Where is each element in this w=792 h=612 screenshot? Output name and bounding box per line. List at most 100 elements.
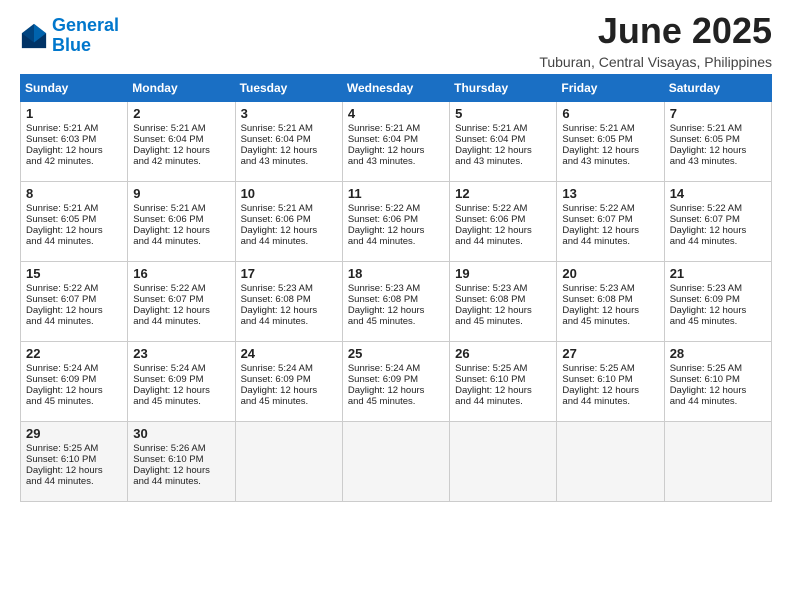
daylight-label: Daylight: 12 hours xyxy=(670,305,747,316)
daylight-minutes: and 44 minutes. xyxy=(562,236,630,247)
table-row: 8 Sunrise: 5:21 AM Sunset: 6:05 PM Dayli… xyxy=(21,182,128,262)
daylight-label: Daylight: 12 hours xyxy=(26,385,103,396)
day-number: 22 xyxy=(26,346,122,361)
sunrise-label: Sunrise: 5:21 AM xyxy=(348,123,420,134)
daylight-label: Daylight: 12 hours xyxy=(133,225,210,236)
sunset-label: Sunset: 6:06 PM xyxy=(348,214,418,225)
sunset-label: Sunset: 6:05 PM xyxy=(562,134,632,145)
col-friday: Friday xyxy=(557,75,664,102)
daylight-minutes: and 44 minutes. xyxy=(455,396,523,407)
sunset-label: Sunset: 6:04 PM xyxy=(455,134,525,145)
table-row: 4 Sunrise: 5:21 AM Sunset: 6:04 PM Dayli… xyxy=(342,102,449,182)
day-number: 12 xyxy=(455,186,551,201)
daylight-minutes: and 44 minutes. xyxy=(348,236,416,247)
sunrise-label: Sunrise: 5:23 AM xyxy=(241,283,313,294)
table-row: 10 Sunrise: 5:21 AM Sunset: 6:06 PM Dayl… xyxy=(235,182,342,262)
day-number: 11 xyxy=(348,186,444,201)
location-title: Tuburan, Central Visayas, Philippines xyxy=(539,54,772,70)
sunrise-label: Sunrise: 5:21 AM xyxy=(133,203,205,214)
daylight-label: Daylight: 12 hours xyxy=(133,385,210,396)
table-row: 3 Sunrise: 5:21 AM Sunset: 6:04 PM Dayli… xyxy=(235,102,342,182)
col-thursday: Thursday xyxy=(450,75,557,102)
daylight-label: Daylight: 12 hours xyxy=(455,305,532,316)
sunrise-label: Sunrise: 5:25 AM xyxy=(562,363,634,374)
sunrise-label: Sunrise: 5:21 AM xyxy=(133,123,205,134)
sunset-label: Sunset: 6:08 PM xyxy=(562,294,632,305)
logo-icon xyxy=(20,22,48,50)
sunset-label: Sunset: 6:07 PM xyxy=(133,294,203,305)
col-wednesday: Wednesday xyxy=(342,75,449,102)
day-number: 16 xyxy=(133,266,229,281)
sunset-label: Sunset: 6:06 PM xyxy=(133,214,203,225)
daylight-label: Daylight: 12 hours xyxy=(133,465,210,476)
logo: GeneralBlue xyxy=(20,16,119,56)
daylight-label: Daylight: 12 hours xyxy=(133,145,210,156)
sunrise-label: Sunrise: 5:23 AM xyxy=(670,283,742,294)
sunrise-label: Sunrise: 5:22 AM xyxy=(455,203,527,214)
daylight-label: Daylight: 12 hours xyxy=(26,225,103,236)
daylight-minutes: and 45 minutes. xyxy=(241,396,309,407)
table-row: 11 Sunrise: 5:22 AM Sunset: 6:06 PM Dayl… xyxy=(342,182,449,262)
title-area: June 2025 Tuburan, Central Visayas, Phil… xyxy=(539,10,772,70)
sunset-label: Sunset: 6:08 PM xyxy=(455,294,525,305)
sunset-label: Sunset: 6:07 PM xyxy=(26,294,96,305)
daylight-label: Daylight: 12 hours xyxy=(348,305,425,316)
table-row xyxy=(450,422,557,502)
table-row: 14 Sunrise: 5:22 AM Sunset: 6:07 PM Dayl… xyxy=(664,182,771,262)
sunset-label: Sunset: 6:09 PM xyxy=(670,294,740,305)
daylight-label: Daylight: 12 hours xyxy=(241,225,318,236)
sunset-label: Sunset: 6:06 PM xyxy=(241,214,311,225)
sunrise-label: Sunrise: 5:24 AM xyxy=(133,363,205,374)
day-number: 4 xyxy=(348,106,444,121)
day-number: 26 xyxy=(455,346,551,361)
day-number: 6 xyxy=(562,106,658,121)
sunrise-label: Sunrise: 5:23 AM xyxy=(455,283,527,294)
col-tuesday: Tuesday xyxy=(235,75,342,102)
daylight-label: Daylight: 12 hours xyxy=(26,305,103,316)
table-row: 25 Sunrise: 5:24 AM Sunset: 6:09 PM Dayl… xyxy=(342,342,449,422)
sunset-label: Sunset: 6:04 PM xyxy=(241,134,311,145)
sunset-label: Sunset: 6:04 PM xyxy=(133,134,203,145)
daylight-label: Daylight: 12 hours xyxy=(455,385,532,396)
daylight-minutes: and 44 minutes. xyxy=(241,236,309,247)
daylight-minutes: and 45 minutes. xyxy=(562,316,630,327)
col-monday: Monday xyxy=(128,75,235,102)
table-row: 20 Sunrise: 5:23 AM Sunset: 6:08 PM Dayl… xyxy=(557,262,664,342)
table-row: 21 Sunrise: 5:23 AM Sunset: 6:09 PM Dayl… xyxy=(664,262,771,342)
table-row: 27 Sunrise: 5:25 AM Sunset: 6:10 PM Dayl… xyxy=(557,342,664,422)
daylight-minutes: and 44 minutes. xyxy=(241,316,309,327)
calendar-week-row: 8 Sunrise: 5:21 AM Sunset: 6:05 PM Dayli… xyxy=(21,182,772,262)
daylight-minutes: and 44 minutes. xyxy=(670,236,738,247)
daylight-minutes: and 45 minutes. xyxy=(26,396,94,407)
sunrise-label: Sunrise: 5:21 AM xyxy=(455,123,527,134)
table-row: 29 Sunrise: 5:25 AM Sunset: 6:10 PM Dayl… xyxy=(21,422,128,502)
sunset-label: Sunset: 6:07 PM xyxy=(670,214,740,225)
sunset-label: Sunset: 6:04 PM xyxy=(348,134,418,145)
table-row xyxy=(235,422,342,502)
table-row: 2 Sunrise: 5:21 AM Sunset: 6:04 PM Dayli… xyxy=(128,102,235,182)
sunrise-label: Sunrise: 5:21 AM xyxy=(241,203,313,214)
daylight-minutes: and 42 minutes. xyxy=(26,156,94,167)
header: GeneralBlue June 2025 Tuburan, Central V… xyxy=(20,10,772,70)
day-number: 21 xyxy=(670,266,766,281)
sunrise-label: Sunrise: 5:22 AM xyxy=(562,203,634,214)
sunrise-label: Sunrise: 5:21 AM xyxy=(562,123,634,134)
month-title: June 2025 xyxy=(539,10,772,52)
sunrise-label: Sunrise: 5:23 AM xyxy=(562,283,634,294)
day-number: 13 xyxy=(562,186,658,201)
table-row: 5 Sunrise: 5:21 AM Sunset: 6:04 PM Dayli… xyxy=(450,102,557,182)
sunrise-label: Sunrise: 5:24 AM xyxy=(26,363,98,374)
daylight-label: Daylight: 12 hours xyxy=(241,305,318,316)
day-number: 24 xyxy=(241,346,337,361)
table-row: 24 Sunrise: 5:24 AM Sunset: 6:09 PM Dayl… xyxy=(235,342,342,422)
daylight-minutes: and 43 minutes. xyxy=(348,156,416,167)
day-number: 17 xyxy=(241,266,337,281)
table-row: 13 Sunrise: 5:22 AM Sunset: 6:07 PM Dayl… xyxy=(557,182,664,262)
daylight-label: Daylight: 12 hours xyxy=(241,145,318,156)
daylight-minutes: and 44 minutes. xyxy=(26,476,94,487)
calendar-week-row: 15 Sunrise: 5:22 AM Sunset: 6:07 PM Dayl… xyxy=(21,262,772,342)
sunset-label: Sunset: 6:08 PM xyxy=(348,294,418,305)
daylight-minutes: and 44 minutes. xyxy=(670,396,738,407)
daylight-label: Daylight: 12 hours xyxy=(348,225,425,236)
sunrise-label: Sunrise: 5:22 AM xyxy=(670,203,742,214)
